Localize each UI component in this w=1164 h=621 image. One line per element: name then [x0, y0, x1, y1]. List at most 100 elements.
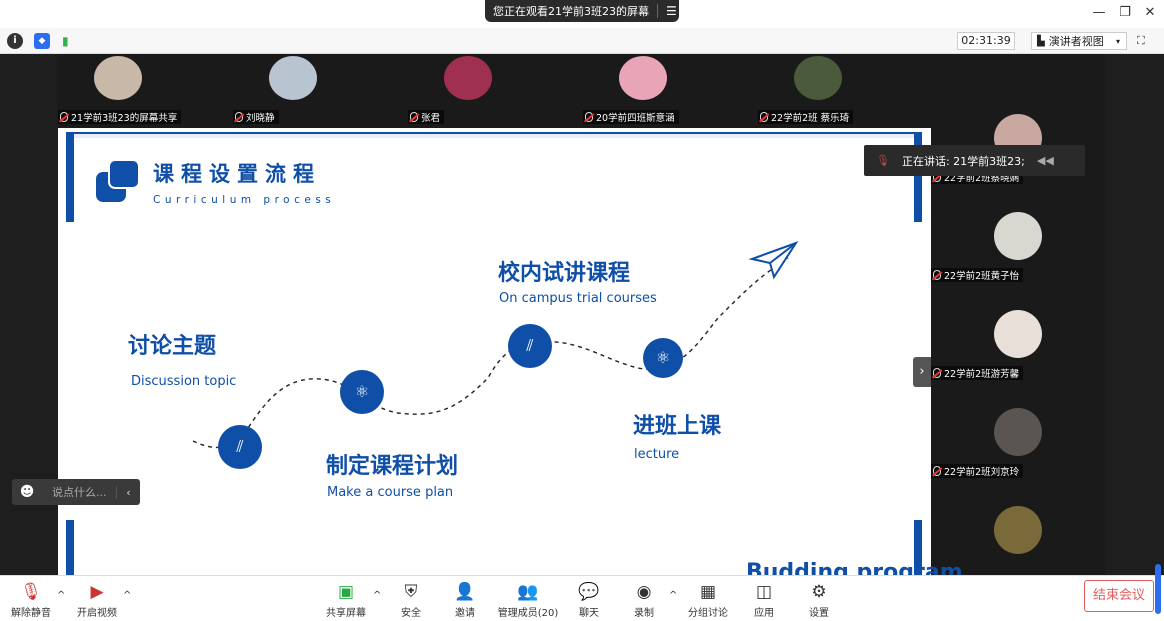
emoji-icon[interactable]: ☻ [12, 484, 42, 500]
participant-name: 22学前2班刘京玲 [944, 467, 1020, 478]
add-user-icon: 👤 [454, 582, 476, 602]
slide-cut-text: Budding program [746, 560, 963, 576]
atom-icon: ⚛ [340, 370, 384, 414]
collapse-chat-icon[interactable]: ‹ [116, 485, 140, 499]
participant-column: 22学前2班蔡晓娴 22学前2班黄子怡 22学前2班游芳馨 22学前2班刘京玲 [931, 54, 1106, 574]
apps-label: 应用 [754, 608, 774, 619]
participant-name: 刘晓静 [246, 113, 275, 124]
avatar [94, 56, 142, 100]
invite-button[interactable]: 👤 邀请 [446, 578, 484, 620]
mic-muted-icon [933, 270, 941, 280]
mic-off-icon: 🎙 [20, 582, 42, 602]
participant-name-tag: 22学前2班游芳馨 [931, 366, 1024, 380]
invite-label: 邀请 [455, 608, 475, 619]
manage-members-button[interactable]: 👥 管理成员(20) [496, 578, 560, 620]
breakout-button[interactable]: ▦ 分组讨论 [685, 578, 731, 620]
dismiss-arrow-icon[interactable]: ◀◀ [1037, 154, 1054, 167]
meeting-controls: 🎙 解除静音 ^ ▶ 开启视频 ^ ▣ 共享屏幕 ^ ⛨ 安全 👤 邀请 👥 管… [0, 575, 1164, 621]
view-mode-label: 演讲者视图 [1048, 35, 1104, 48]
share-screen-button[interactable]: ▣ 共享屏幕 [322, 578, 370, 620]
record-button[interactable]: ◉ 录制 [625, 578, 663, 620]
participant-name: 22学前2班游芳馨 [944, 369, 1020, 380]
start-video-label: 开启视频 [77, 608, 117, 619]
chevron-down-icon: ▾ [1115, 36, 1120, 46]
chevron-up-icon[interactable]: ^ [373, 590, 381, 601]
active-speaker-banner: 🎙 正在讲话: 21学前3班23; ◀◀ [864, 145, 1085, 176]
screen-share-notice[interactable]: 您正在观看21学前3班23的屏幕 ☰ [485, 0, 679, 22]
shield-icon: ⛨ [404, 582, 418, 602]
chevron-up-icon[interactable]: ^ [123, 590, 131, 601]
shared-screen: 课程设置流程 Curriculum process ⫽ ⚛ ⫽ ⚛ 讨论主题 D… [58, 128, 963, 576]
settings-button[interactable]: ⚙ 设置 [800, 578, 838, 620]
step-subtitle: lecture [634, 447, 680, 462]
info-icon[interactable]: i [7, 33, 23, 49]
security-button[interactable]: ⛨ 安全 [392, 578, 430, 620]
start-video-button[interactable]: ▶ 开启视频 [72, 578, 122, 620]
unmute-button[interactable]: 🎙 解除静音 [6, 578, 56, 620]
members-label: 管理成员(20) [497, 608, 559, 619]
step-subtitle: On campus trial courses [499, 291, 657, 306]
view-mode-button[interactable]: ▙ 演讲者视图 ▾ [1031, 32, 1127, 50]
participant-tile[interactable]: 22学前2班刘京玲 [931, 400, 1106, 498]
participant-tile[interactable]: 22学前2班游芳馨 [931, 302, 1106, 400]
participant-name-tag: 刘晓静 [233, 110, 279, 124]
camera-off-icon: ▶ [90, 582, 104, 602]
avatar [269, 56, 317, 100]
participant-tile[interactable]: 22学前2班黄子怡 [931, 204, 1106, 302]
avatar [994, 310, 1042, 358]
restore-icon[interactable]: ❐ [1115, 4, 1135, 22]
meeting-window: 您正在观看21学前3班23的屏幕 ☰ — ❐ ✕ i ◆ ▮ 02:31:39 … [0, 0, 1164, 621]
avatar [994, 212, 1042, 260]
mic-muted-icon [760, 112, 768, 122]
participant-gallery: 21学前3班23的屏幕共享刘晓静张君20学前四班斯意涵22学前2班 蔡乐琦221… [58, 54, 1027, 128]
participant-name-tag: 21学前3班23的屏幕共享 [58, 110, 182, 124]
meeting-timer: 02:31:39 [957, 32, 1015, 50]
shield-icon[interactable]: ◆ [34, 33, 50, 49]
layout-icon: ▙ [1037, 35, 1045, 47]
participant-name-tag: 22学前2班黄子怡 [931, 268, 1024, 282]
minimize-icon[interactable]: — [1089, 4, 1109, 22]
security-label: 安全 [401, 608, 421, 619]
participant-name: 张君 [421, 113, 441, 124]
participant-tile[interactable]: 20学前四班斯意涵 [583, 54, 758, 128]
participant-name: 21学前3班23的屏幕共享 [71, 113, 178, 124]
volume-indicator [1155, 564, 1161, 614]
meeting-info-bar: i ◆ ▮ 02:31:39 ▙ 演讲者视图 ▾ ⛶ [0, 28, 1164, 54]
mic-muted-icon [60, 112, 68, 122]
fullscreen-icon[interactable]: ⛶ [1137, 34, 1151, 48]
unmute-label: 解除静音 [11, 608, 51, 619]
chevron-up-icon[interactable]: ^ [57, 590, 65, 601]
avatar [444, 56, 492, 100]
close-icon[interactable]: ✕ [1140, 4, 1160, 22]
mic-muted-icon [235, 112, 243, 122]
chat-icon: 💬 [578, 582, 600, 602]
apps-button[interactable]: ◫ 应用 [745, 578, 783, 620]
atom-icon: ⚛ [643, 338, 683, 378]
participant-tile[interactable]: 刘晓静 [233, 54, 408, 128]
mic-muted-icon [933, 466, 941, 476]
chevron-up-icon[interactable]: ^ [669, 590, 677, 601]
participant-tile[interactable]: 张君 [408, 54, 583, 128]
participant-name: 20学前四班斯意涵 [596, 113, 675, 124]
signal-icon[interactable]: ▮ [62, 33, 78, 49]
share-screen-icon: ▣ [337, 582, 355, 602]
participant-tile[interactable]: 22学前2班 蔡乐琦 [758, 54, 933, 128]
participant-name: 22学前2班 蔡乐琦 [771, 113, 850, 124]
chat-button[interactable]: 💬 聊天 [570, 578, 608, 620]
collapse-panel-button[interactable]: › [913, 357, 931, 387]
end-meeting-button[interactable]: 结束会议 [1084, 580, 1154, 612]
record-icon: ◉ [636, 582, 652, 602]
participant-name-tag: 20学前四班斯意涵 [583, 110, 679, 124]
quick-chat-input[interactable]: ☻ 说点什么... ‹ [12, 479, 140, 505]
chat-label: 聊天 [579, 608, 599, 619]
share-screen-label: 共享屏幕 [326, 608, 366, 619]
gear-icon: ⚙ [811, 582, 827, 602]
mic-muted-icon [410, 112, 418, 122]
menu-icon[interactable]: ☰ [666, 4, 677, 18]
breakout-icon: ▦ [699, 582, 717, 602]
title-bar: 您正在观看21学前3班23的屏幕 ☰ — ❐ ✕ [0, 0, 1164, 28]
step-subtitle: Make a course plan [327, 485, 454, 500]
participant-tile[interactable]: 21学前3班23的屏幕共享 [58, 54, 233, 128]
mic-muted-icon: 🎙 [876, 154, 890, 167]
participant-name: 22学前2班黄子怡 [944, 271, 1020, 282]
